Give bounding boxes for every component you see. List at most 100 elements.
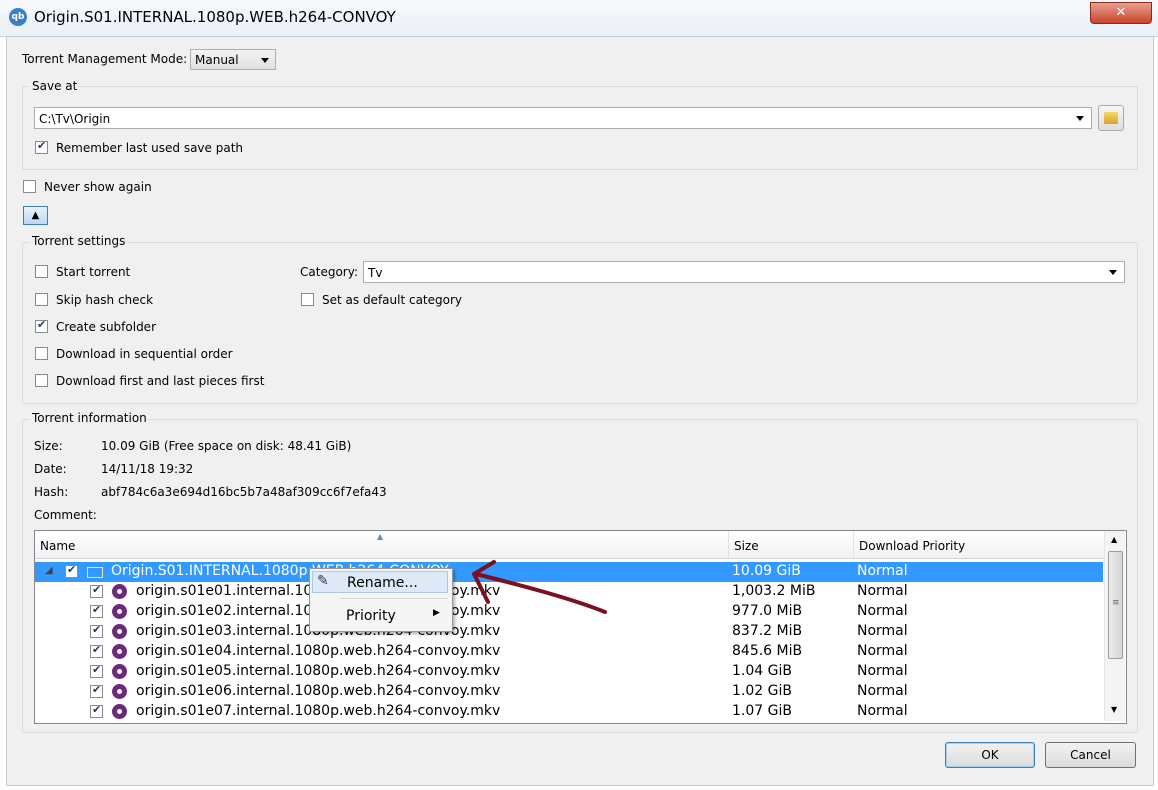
media-file-icon [112, 704, 127, 719]
file-name: origin.s01e05.internal.1080p.web.h264-co… [136, 663, 501, 679]
tree-row-file[interactable]: origin.s01e04.internal.1080p.web.h264-co… [35, 642, 1103, 662]
column-header-priority[interactable]: Download Priority [854, 531, 1105, 558]
grip-icon: ≡ [1112, 598, 1120, 608]
file-priority: Normal [857, 583, 908, 599]
save-at-group-title: Save at [30, 79, 80, 93]
file-size: 845.6 MiB [732, 643, 803, 659]
first-last-pieces-label: Download first and last pieces first [56, 374, 265, 388]
category-value: Tv [368, 266, 383, 280]
file-checkbox[interactable] [90, 663, 103, 678]
close-window-button[interactable]: ✕ [1090, 2, 1152, 24]
file-size: 977.0 MiB [732, 603, 803, 619]
edit-pencil-icon: ✎ [317, 573, 329, 589]
root-size: 10.09 GiB [732, 563, 801, 579]
file-priority: Normal [857, 603, 908, 619]
file-priority: Normal [857, 643, 908, 659]
sequential-order-label: Download in sequential order [56, 347, 233, 361]
default-category-checkbox[interactable] [301, 293, 314, 306]
start-torrent-label: Start torrent [56, 265, 131, 279]
sort-indicator-icon: ▲ [377, 532, 384, 541]
cancel-button[interactable]: Cancel [1045, 742, 1136, 768]
sequential-order-checkbox[interactable] [35, 347, 48, 360]
comment-label: Comment: [34, 508, 97, 522]
create-subfolder-checkbox[interactable] [35, 318, 48, 333]
menu-item-rename-label: Rename... [347, 575, 418, 591]
menu-item-rename[interactable]: ✎ Rename... [312, 571, 448, 593]
annotation-arrow-icon [472, 560, 607, 614]
create-subfolder-label: Create subfolder [56, 320, 156, 334]
file-checkbox[interactable] [90, 703, 103, 718]
skip-hash-check-label: Skip hash check [56, 293, 154, 307]
browse-folder-button[interactable] [1098, 105, 1124, 131]
scroll-thumb[interactable]: ≡ [1108, 551, 1123, 659]
remember-save-path-checkbox[interactable] [35, 139, 48, 154]
tree-row-file[interactable]: origin.s01e05.internal.1080p.web.h264-co… [35, 662, 1103, 682]
qbittorrent-app-icon: qb [9, 8, 27, 26]
file-name: origin.s01e07.internal.1080p.web.h264-co… [136, 703, 501, 719]
size-value: 10.09 GiB (Free space on disk: 48.41 GiB… [101, 439, 352, 453]
file-size: 837.2 MiB [732, 623, 803, 639]
first-last-pieces-checkbox[interactable] [35, 374, 48, 387]
media-file-icon [112, 664, 127, 679]
file-size: 1,003.2 MiB [732, 583, 816, 599]
ok-button[interactable]: OK [945, 742, 1035, 768]
menu-item-priority[interactable]: Priority ▶ [312, 605, 448, 627]
chevron-down-icon [261, 58, 269, 63]
collapse-options-button[interactable]: ▲ [23, 206, 48, 225]
default-category-label: Set as default category [322, 293, 463, 307]
window-title: Origin.S01.INTERNAL.1080p.WEB.h264-CONVO… [34, 8, 396, 26]
size-label: Size: [34, 439, 63, 453]
media-file-icon [112, 584, 127, 599]
root-checkbox[interactable] [65, 563, 78, 578]
category-label: Category: [300, 265, 358, 279]
torrent-information-group-title: Torrent information [30, 411, 149, 425]
file-checkbox[interactable] [90, 583, 103, 598]
skip-hash-check-checkbox[interactable] [35, 293, 48, 306]
file-priority: Normal [857, 703, 908, 719]
date-label: Date: [34, 462, 67, 476]
hash-label: Hash: [34, 485, 69, 499]
never-show-again-label: Never show again [44, 180, 152, 194]
media-file-icon [112, 684, 127, 699]
file-checkbox[interactable] [90, 623, 103, 638]
file-size: 1.04 GiB [732, 663, 792, 679]
date-value: 14/11/18 19:32 [101, 462, 194, 476]
torrent-settings-group-title: Torrent settings [30, 234, 128, 248]
media-file-icon [112, 604, 127, 619]
file-name: origin.s01e06.internal.1080p.web.h264-co… [136, 683, 501, 699]
title-bar: qb Origin.S01.INTERNAL.1080p.WEB.h264-CO… [0, 0, 1158, 37]
management-mode-label: Torrent Management Mode: [22, 52, 188, 66]
tree-row-file[interactable]: origin.s01e06.internal.1080p.web.h264-co… [35, 682, 1103, 702]
column-header-size[interactable]: Size [729, 531, 854, 558]
chevron-down-icon [1109, 270, 1117, 275]
never-show-again-checkbox[interactable] [23, 180, 36, 193]
save-path-field[interactable]: C:\Tv\Origin [34, 107, 1092, 129]
folder-icon [1104, 112, 1118, 124]
file-priority: Normal [857, 663, 908, 679]
tree-scrollbar[interactable]: ▲ ≡ ▼ [1104, 531, 1125, 721]
menu-separator [340, 598, 448, 599]
file-checkbox[interactable] [90, 643, 103, 658]
file-size: 1.02 GiB [732, 683, 792, 699]
file-checkbox[interactable] [90, 603, 103, 618]
submenu-arrow-icon: ▶ [433, 608, 440, 618]
folder-open-icon [87, 567, 103, 578]
file-size: 1.07 GiB [732, 703, 792, 719]
tree-header: Name Size Download Priority ▲ [35, 531, 1105, 559]
file-checkbox[interactable] [90, 683, 103, 698]
file-name: origin.s01e04.internal.1080p.web.h264-co… [136, 643, 501, 659]
category-dropdown[interactable]: Tv [363, 261, 1125, 283]
context-menu: ✎ Rename... Priority ▶ [309, 568, 453, 632]
management-mode-value: Manual [195, 53, 239, 67]
expand-arrow-icon[interactable]: ◢ [45, 565, 53, 576]
tree-row-file[interactable]: origin.s01e07.internal.1080p.web.h264-co… [35, 702, 1103, 722]
start-torrent-checkbox[interactable] [35, 265, 48, 278]
chevron-down-icon [1076, 116, 1084, 121]
scroll-up-icon[interactable]: ▲ [1111, 535, 1117, 544]
media-file-icon [112, 624, 127, 639]
menu-item-priority-label: Priority [346, 608, 396, 624]
file-priority: Normal [857, 683, 908, 699]
management-mode-dropdown[interactable]: Manual [190, 49, 276, 70]
scroll-down-icon[interactable]: ▼ [1111, 705, 1117, 714]
tree-row-file[interactable]: origin.s01e03.internal.1080p.web.h264-co… [35, 622, 1103, 642]
